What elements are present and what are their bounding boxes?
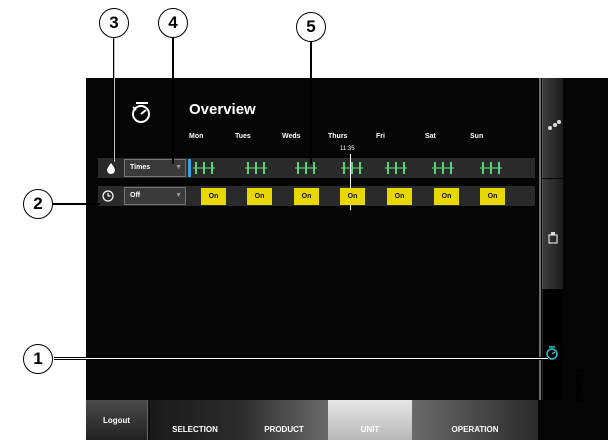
callout-3: 3 bbox=[99, 8, 129, 38]
day-header-fri: Fri bbox=[376, 133, 385, 140]
callout-5-leader bbox=[310, 36, 312, 164]
on-toggle-sun[interactable]: On bbox=[480, 188, 505, 205]
on-toggle-fri[interactable]: On bbox=[387, 188, 412, 205]
chevron-down-icon: ▼ bbox=[175, 164, 182, 171]
tab-selection-label: SELECTION bbox=[172, 425, 218, 434]
day-schedule-bars[interactable] bbox=[245, 158, 267, 178]
tab-operation-label: OPERATION bbox=[451, 425, 499, 434]
callout-1-leader-highlight bbox=[54, 358, 548, 359]
on-toggle-thurs[interactable]: On bbox=[340, 188, 365, 205]
on-toggle-mon[interactable]: On bbox=[201, 188, 226, 205]
day-schedule-bars[interactable] bbox=[480, 158, 502, 178]
tab-selection[interactable]: SELECTION bbox=[150, 400, 240, 440]
day-header-sun: Sun bbox=[470, 133, 484, 140]
times-select[interactable]: Times ▼ bbox=[124, 159, 186, 177]
timer-mode-label: Off bbox=[130, 192, 141, 199]
day-header-sat: Sat bbox=[425, 133, 436, 140]
tab-unit[interactable]: UNIT bbox=[328, 400, 412, 440]
water-drops-icon bbox=[548, 120, 561, 130]
chevron-down-icon: ▼ bbox=[175, 192, 182, 199]
on-toggle-weds[interactable]: On bbox=[294, 188, 319, 205]
clock-icon bbox=[102, 190, 114, 202]
current-time-label: 11:35 bbox=[340, 146, 355, 152]
right-sidebar bbox=[538, 78, 608, 440]
callout-4: 4 bbox=[158, 8, 188, 38]
page-title: Overview bbox=[189, 101, 256, 118]
on-toggle-tues[interactable]: On bbox=[247, 188, 272, 205]
callout-2: 2 bbox=[23, 189, 53, 219]
day-header-tues: Tues bbox=[235, 133, 251, 140]
callout-5: 5 bbox=[296, 12, 326, 42]
figure-code: 000583 bbox=[575, 368, 586, 402]
tab-product-label: PRODUCT bbox=[264, 425, 304, 434]
tab-unit-label: UNIT bbox=[360, 425, 380, 434]
day-schedule-bars[interactable] bbox=[432, 158, 454, 178]
sidebar-panel-product[interactable] bbox=[542, 179, 563, 289]
timer-mode-select[interactable]: Off ▼ bbox=[124, 187, 186, 205]
day-schedule-bars[interactable] bbox=[193, 158, 215, 178]
callout-2-leader bbox=[52, 203, 100, 205]
day-header-mon: Mon bbox=[189, 133, 204, 140]
times-select-label: Times bbox=[130, 164, 151, 171]
product-jar-icon bbox=[548, 232, 558, 244]
callout-3-leader-highlight bbox=[113, 34, 115, 162]
callout-4-leader bbox=[172, 34, 174, 164]
day-schedule-bars[interactable] bbox=[341, 158, 363, 178]
sidebar-panel-water[interactable] bbox=[542, 78, 563, 178]
logout-button[interactable]: Logout bbox=[86, 400, 148, 440]
tab-product[interactable]: PRODUCT bbox=[240, 400, 328, 440]
callout-1: 1 bbox=[23, 344, 53, 374]
day-header-thurs: Thurs bbox=[328, 133, 348, 140]
sidebar-panel-timer[interactable] bbox=[542, 290, 563, 400]
day-schedule-bars[interactable] bbox=[295, 158, 317, 178]
tab-operation[interactable]: OPERATION bbox=[412, 400, 538, 440]
day-header-weds: Weds bbox=[282, 133, 301, 140]
overview-timer-icon bbox=[132, 102, 150, 123]
logout-label: Logout bbox=[102, 415, 131, 425]
on-toggle-sat[interactable]: On bbox=[434, 188, 459, 205]
drop-icon bbox=[107, 163, 115, 174]
day-schedule-bars[interactable] bbox=[385, 158, 407, 178]
times-marker bbox=[188, 159, 191, 177]
